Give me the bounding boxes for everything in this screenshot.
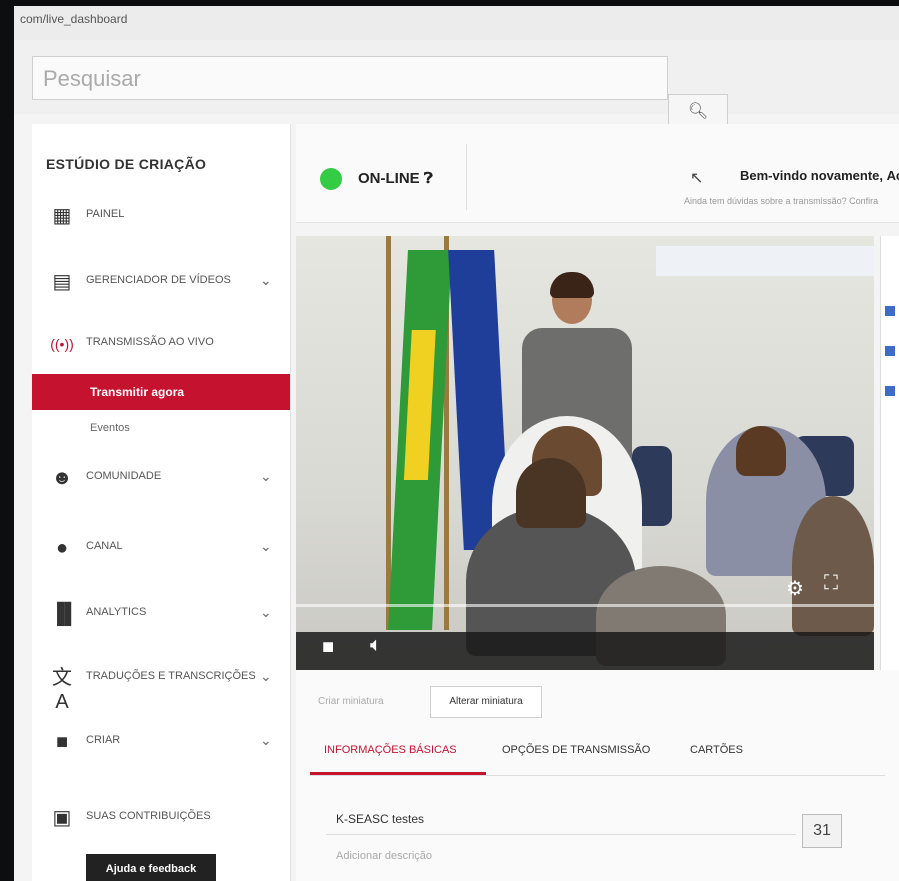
sidebar-item-label: CRIAR bbox=[86, 734, 121, 746]
screen: com/live_dashboard Pesquisar 🔍︎ ESTÚDIO … bbox=[14, 6, 899, 881]
tab-informacoes-basicas[interactable]: INFORMAÇÕES BÁSICAS bbox=[324, 744, 457, 756]
audience-member bbox=[516, 458, 586, 528]
sidebar-item-eventos[interactable]: Eventos bbox=[90, 422, 130, 434]
translate-icon: 文A bbox=[52, 667, 72, 713]
sidebar-item-canal[interactable]: ● CANAL ⌄ bbox=[32, 528, 290, 568]
audience-member bbox=[792, 496, 874, 636]
search-input[interactable]: Pesquisar bbox=[32, 56, 668, 100]
online-status: ON-LINE ❓︎ bbox=[358, 170, 433, 187]
feedback-button[interactable]: Ajuda e feedback bbox=[86, 854, 216, 881]
sidebar-item-label: ANALYTICS bbox=[86, 606, 147, 618]
tab-opcoes-transmissao[interactable]: OPÇÕES DE TRANSMISSÃO bbox=[502, 744, 650, 756]
video-controls-bar bbox=[296, 632, 874, 670]
audience-member bbox=[736, 426, 786, 476]
chevron-down-icon: ⌄ bbox=[260, 604, 272, 620]
sidebar-item-label: COMUNIDADE bbox=[86, 470, 162, 482]
volume-icon[interactable]: 🔈︎ bbox=[370, 634, 382, 657]
search-row: Pesquisar 🔍︎ bbox=[14, 40, 899, 132]
description-field[interactable]: Adicionar descrição bbox=[336, 850, 432, 862]
settings-icon[interactable]: ⚙ bbox=[786, 576, 804, 601]
sidebar-item-label: TRANSMISSÃO AO VIVO bbox=[86, 336, 214, 348]
sidebar-item-transmissao[interactable]: ((•)) TRANSMISSÃO AO VIVO bbox=[32, 324, 290, 364]
panel-icon[interactable] bbox=[885, 306, 895, 316]
change-thumbnail-button[interactable]: Alterar miniatura bbox=[430, 686, 542, 718]
sidebar-item-label: TRADUÇÕES E TRANSCRIÇÕES bbox=[86, 670, 256, 682]
create-icon: ■ bbox=[55, 731, 69, 753]
tab-cartoes[interactable]: CARTÕES bbox=[690, 744, 743, 756]
video-manager-icon: ▤ bbox=[52, 271, 72, 293]
sidebar-item-label: Transmitir agora bbox=[90, 385, 185, 399]
stream-settings: Criar miniatura Alterar miniatura INFORM… bbox=[296, 670, 899, 881]
cursor-icon: ↖ bbox=[690, 170, 704, 187]
title-field[interactable]: K-SEASC testes bbox=[336, 812, 424, 826]
stream-status-bar: ON-LINE ❓︎ ↖ Bem-vindo novamente, Ассо A… bbox=[296, 124, 899, 223]
community-icon: ☻ bbox=[51, 467, 73, 489]
sidebar-item-criar[interactable]: ■ CRIAR ⌄ bbox=[32, 722, 290, 762]
sidebar-item-gerenciador[interactable]: ▤ GERENCIADOR DE VÍDEOS ⌄ bbox=[32, 262, 290, 302]
chevron-down-icon: ⌄ bbox=[260, 668, 272, 684]
video-banner bbox=[656, 246, 874, 276]
live-video-player[interactable]: ■ 🔈︎ ⚙ ⛶ bbox=[296, 236, 874, 670]
sidebar-item-label: PAINEL bbox=[86, 208, 125, 220]
analytics-icon: ▐▌ bbox=[50, 603, 79, 625]
chevron-down-icon: ⌄ bbox=[260, 468, 272, 484]
chevron-down-icon: ⌄ bbox=[260, 538, 272, 554]
studio-title: ESTÚDIO DE CRIAÇÃO bbox=[46, 156, 207, 172]
contributions-icon: ▣ bbox=[52, 807, 72, 829]
sidebar-item-label: CANAL bbox=[86, 540, 123, 552]
url-text: com/live_dashboard bbox=[20, 12, 128, 26]
sidebar: ESTÚDIO DE CRIAÇÃO ▦ PAINEL ▤ GERENCIADO… bbox=[32, 124, 291, 881]
sidebar-item-comunidade[interactable]: ☻ COMUNIDADE ⌄ bbox=[32, 458, 290, 498]
divider bbox=[310, 775, 885, 776]
page-number: 31 bbox=[802, 814, 842, 848]
sidebar-item-analytics[interactable]: ▐▌ ANALYTICS ⌄ bbox=[32, 594, 290, 634]
sidebar-item-contribuicoes[interactable]: ▣ SUAS CONTRIBUIÇÕES bbox=[32, 798, 290, 838]
sidebar-item-label: GERENCIADOR DE VÍDEOS bbox=[86, 274, 231, 286]
browser-url-bar[interactable]: com/live_dashboard bbox=[14, 6, 899, 41]
sidebar-item-label: SUAS CONTRIBUIÇÕES bbox=[86, 810, 211, 822]
welcome-text: Bem-vindo novamente, Ассо bbox=[740, 168, 899, 183]
create-thumbnail-label: Criar miniatura bbox=[318, 696, 384, 707]
panel-icon[interactable] bbox=[885, 346, 895, 356]
channel-icon: ● bbox=[55, 537, 69, 559]
fullscreen-icon[interactable]: ⛶ bbox=[824, 572, 838, 595]
panel-icon[interactable] bbox=[885, 386, 895, 396]
stop-icon[interactable]: ■ bbox=[322, 636, 334, 659]
chevron-down-icon: ⌄ bbox=[260, 732, 272, 748]
chevron-down-icon: ⌄ bbox=[260, 272, 272, 288]
sidebar-item-traducoes[interactable]: 文A TRADUÇÕES E TRANSCRIÇÕES ⌄ bbox=[32, 658, 290, 713]
divider bbox=[466, 144, 467, 210]
sidebar-item-painel[interactable]: ▦ PAINEL bbox=[32, 196, 290, 236]
video-progress[interactable] bbox=[296, 604, 874, 607]
sidebar-item-transmitir-agora[interactable]: Transmitir agora bbox=[32, 374, 290, 410]
search-icon: 🔍︎ bbox=[687, 103, 709, 120]
live-broadcast-icon: ((•)) bbox=[50, 336, 74, 352]
divider bbox=[326, 834, 796, 835]
online-indicator bbox=[320, 168, 342, 190]
dashboard-icon: ▦ bbox=[52, 205, 72, 227]
help-icon[interactable]: ❓︎ bbox=[424, 170, 433, 187]
welcome-subtext: Ainda tem dúvidas sobre a transmissão? C… bbox=[684, 196, 879, 206]
